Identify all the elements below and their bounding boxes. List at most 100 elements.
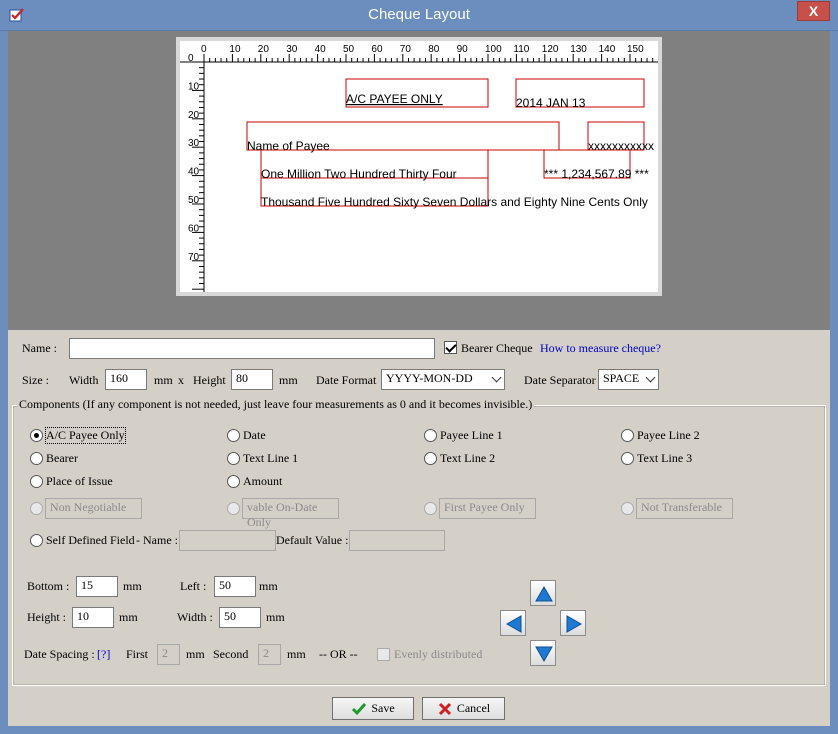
move-right-button[interactable] bbox=[560, 610, 586, 636]
ruler-x-label: 80 bbox=[428, 44, 440, 55]
bottom-unit: mm bbox=[123, 579, 142, 593]
components-title: Components (If any component is not need… bbox=[17, 397, 535, 412]
arrow-right-icon bbox=[566, 615, 583, 633]
height-label: Height bbox=[193, 373, 226, 387]
evenly-distributed-checkbox bbox=[377, 648, 390, 661]
arrow-down-icon bbox=[535, 646, 553, 663]
window-title: Cheque Layout bbox=[368, 6, 470, 23]
cancel-button[interactable]: Cancel bbox=[422, 697, 505, 720]
bearer-cheque-checkbox[interactable] bbox=[444, 341, 457, 354]
close-button[interactable]: X bbox=[797, 1, 830, 21]
move-left-button[interactable] bbox=[500, 610, 526, 636]
date-format-select[interactable]: YYYY-MON-DD bbox=[381, 369, 505, 390]
radio-button[interactable] bbox=[424, 429, 437, 442]
cheque-width-input[interactable]: 160 bbox=[105, 369, 147, 390]
amount-words-1-text: One Million Two Hundred Thirty Four bbox=[261, 167, 457, 181]
times-label: x bbox=[178, 373, 184, 387]
window-frame-bottom bbox=[0, 726, 838, 734]
radio-label: Payee Line 2 bbox=[637, 428, 700, 442]
cheque-height-input[interactable]: 80 bbox=[231, 369, 273, 390]
ruler-x-label: 30 bbox=[286, 44, 298, 55]
ruler-y-label: 50 bbox=[188, 195, 200, 206]
width-unit: mm bbox=[154, 373, 173, 387]
ac-payee-text: A/C PAYEE ONLY bbox=[346, 92, 443, 106]
date-spacing-help-link[interactable]: [?] bbox=[97, 647, 110, 662]
radio-button[interactable] bbox=[30, 534, 43, 547]
ruler-x-label: 0 bbox=[201, 44, 207, 55]
cheque-canvas: 0 10 20 30 40 50 60 70 80 90 100 110 120 130 140 150 0 1… bbox=[180, 44, 658, 292]
width-label: Width bbox=[69, 373, 99, 387]
checkmark-icon bbox=[352, 703, 367, 716]
move-up-button[interactable] bbox=[530, 580, 556, 606]
radio-button[interactable] bbox=[30, 429, 43, 442]
ruler-x-label: 130 bbox=[570, 44, 587, 55]
chevron-down-icon bbox=[645, 372, 656, 383]
move-down-button[interactable] bbox=[530, 640, 556, 666]
ruler-y-label: 60 bbox=[188, 223, 200, 234]
radio-label: Self Defined Field bbox=[46, 533, 135, 547]
date-separator-value: SPACE bbox=[603, 371, 640, 385]
radio-label: Bearer bbox=[46, 451, 78, 465]
ruler-x-label: 120 bbox=[542, 44, 559, 55]
radio-button bbox=[30, 502, 43, 515]
ruler-x-label: 150 bbox=[627, 44, 644, 55]
ruler-y-label: 10 bbox=[188, 81, 200, 92]
radio-button[interactable] bbox=[227, 452, 240, 465]
ruler-y-label: 70 bbox=[188, 252, 200, 263]
date-separator-label: Date Separator bbox=[524, 373, 596, 387]
window-frame-right bbox=[830, 31, 838, 734]
radio-label: Text Line 1 bbox=[243, 451, 299, 465]
name-label: Name : bbox=[22, 341, 57, 355]
not-transferable-field: Not Transferable bbox=[636, 498, 733, 519]
ruler-x-label: 90 bbox=[457, 44, 469, 55]
ruler-x-label: 20 bbox=[258, 44, 270, 55]
radio-button[interactable] bbox=[621, 452, 634, 465]
cross-icon bbox=[438, 703, 451, 716]
self-defined-name-label: - Name : bbox=[136, 533, 178, 547]
radio-button bbox=[621, 502, 634, 515]
arrow-up-icon bbox=[535, 585, 553, 602]
ruler-x-label: 100 bbox=[485, 44, 502, 55]
ruler-x-label: 10 bbox=[229, 44, 241, 55]
date-format-label: Date Format bbox=[316, 373, 377, 387]
radio-button[interactable] bbox=[227, 475, 240, 488]
left-input[interactable]: 50 bbox=[214, 576, 256, 597]
field-height-unit: mm bbox=[119, 610, 138, 624]
radio-button[interactable] bbox=[424, 452, 437, 465]
radio-button[interactable] bbox=[30, 475, 43, 488]
payable-on-date-field: vable On-Date Only bbox=[242, 498, 339, 529]
radio-button[interactable] bbox=[227, 429, 240, 442]
default-value-input bbox=[349, 530, 445, 551]
ruler-x-label: 60 bbox=[371, 44, 383, 55]
ruler-x-label: 110 bbox=[513, 44, 529, 55]
ruler-y-label: 20 bbox=[188, 110, 200, 121]
first-spacing-label: First bbox=[126, 647, 149, 661]
radio-button[interactable] bbox=[621, 429, 634, 442]
ruler-x-label: 50 bbox=[343, 44, 355, 55]
left-unit: mm bbox=[259, 579, 278, 593]
radio-button bbox=[227, 502, 240, 515]
measure-cheque-link[interactable]: How to measure cheque? bbox=[540, 341, 661, 356]
name-input[interactable] bbox=[69, 338, 435, 359]
date-separator-select[interactable]: SPACE bbox=[598, 369, 659, 390]
height-unit: mm bbox=[279, 373, 298, 387]
first-payee-only-field: First Payee Only bbox=[439, 498, 536, 519]
payee-mark-text: xxxxxxxxxxx bbox=[588, 139, 654, 153]
save-button[interactable]: Save bbox=[332, 697, 414, 720]
evenly-distributed-label: Evenly distributed bbox=[394, 647, 483, 661]
field-width-unit: mm bbox=[266, 610, 285, 624]
field-width-input[interactable]: 50 bbox=[219, 607, 261, 628]
default-value-label: Default Value : bbox=[276, 533, 349, 547]
radio-button[interactable] bbox=[30, 452, 43, 465]
ruler-y-label: 40 bbox=[188, 167, 200, 178]
date-format-value: YYYY-MON-DD bbox=[386, 371, 473, 385]
date-spacing-label: Date Spacing : bbox=[24, 647, 95, 661]
ruler-y-label: 30 bbox=[188, 138, 200, 149]
first-spacing-input: 2 bbox=[157, 644, 180, 665]
amount-words-2-text: Thousand Five Hundred Sixty Seven Dollar… bbox=[261, 195, 648, 209]
field-height-input[interactable]: 10 bbox=[72, 607, 114, 628]
radio-label: A/C Payee Only bbox=[45, 427, 126, 444]
non-negotiable-field: Non Negotiable bbox=[45, 498, 142, 519]
bottom-input[interactable]: 15 bbox=[76, 576, 118, 597]
radio-button bbox=[424, 502, 437, 515]
